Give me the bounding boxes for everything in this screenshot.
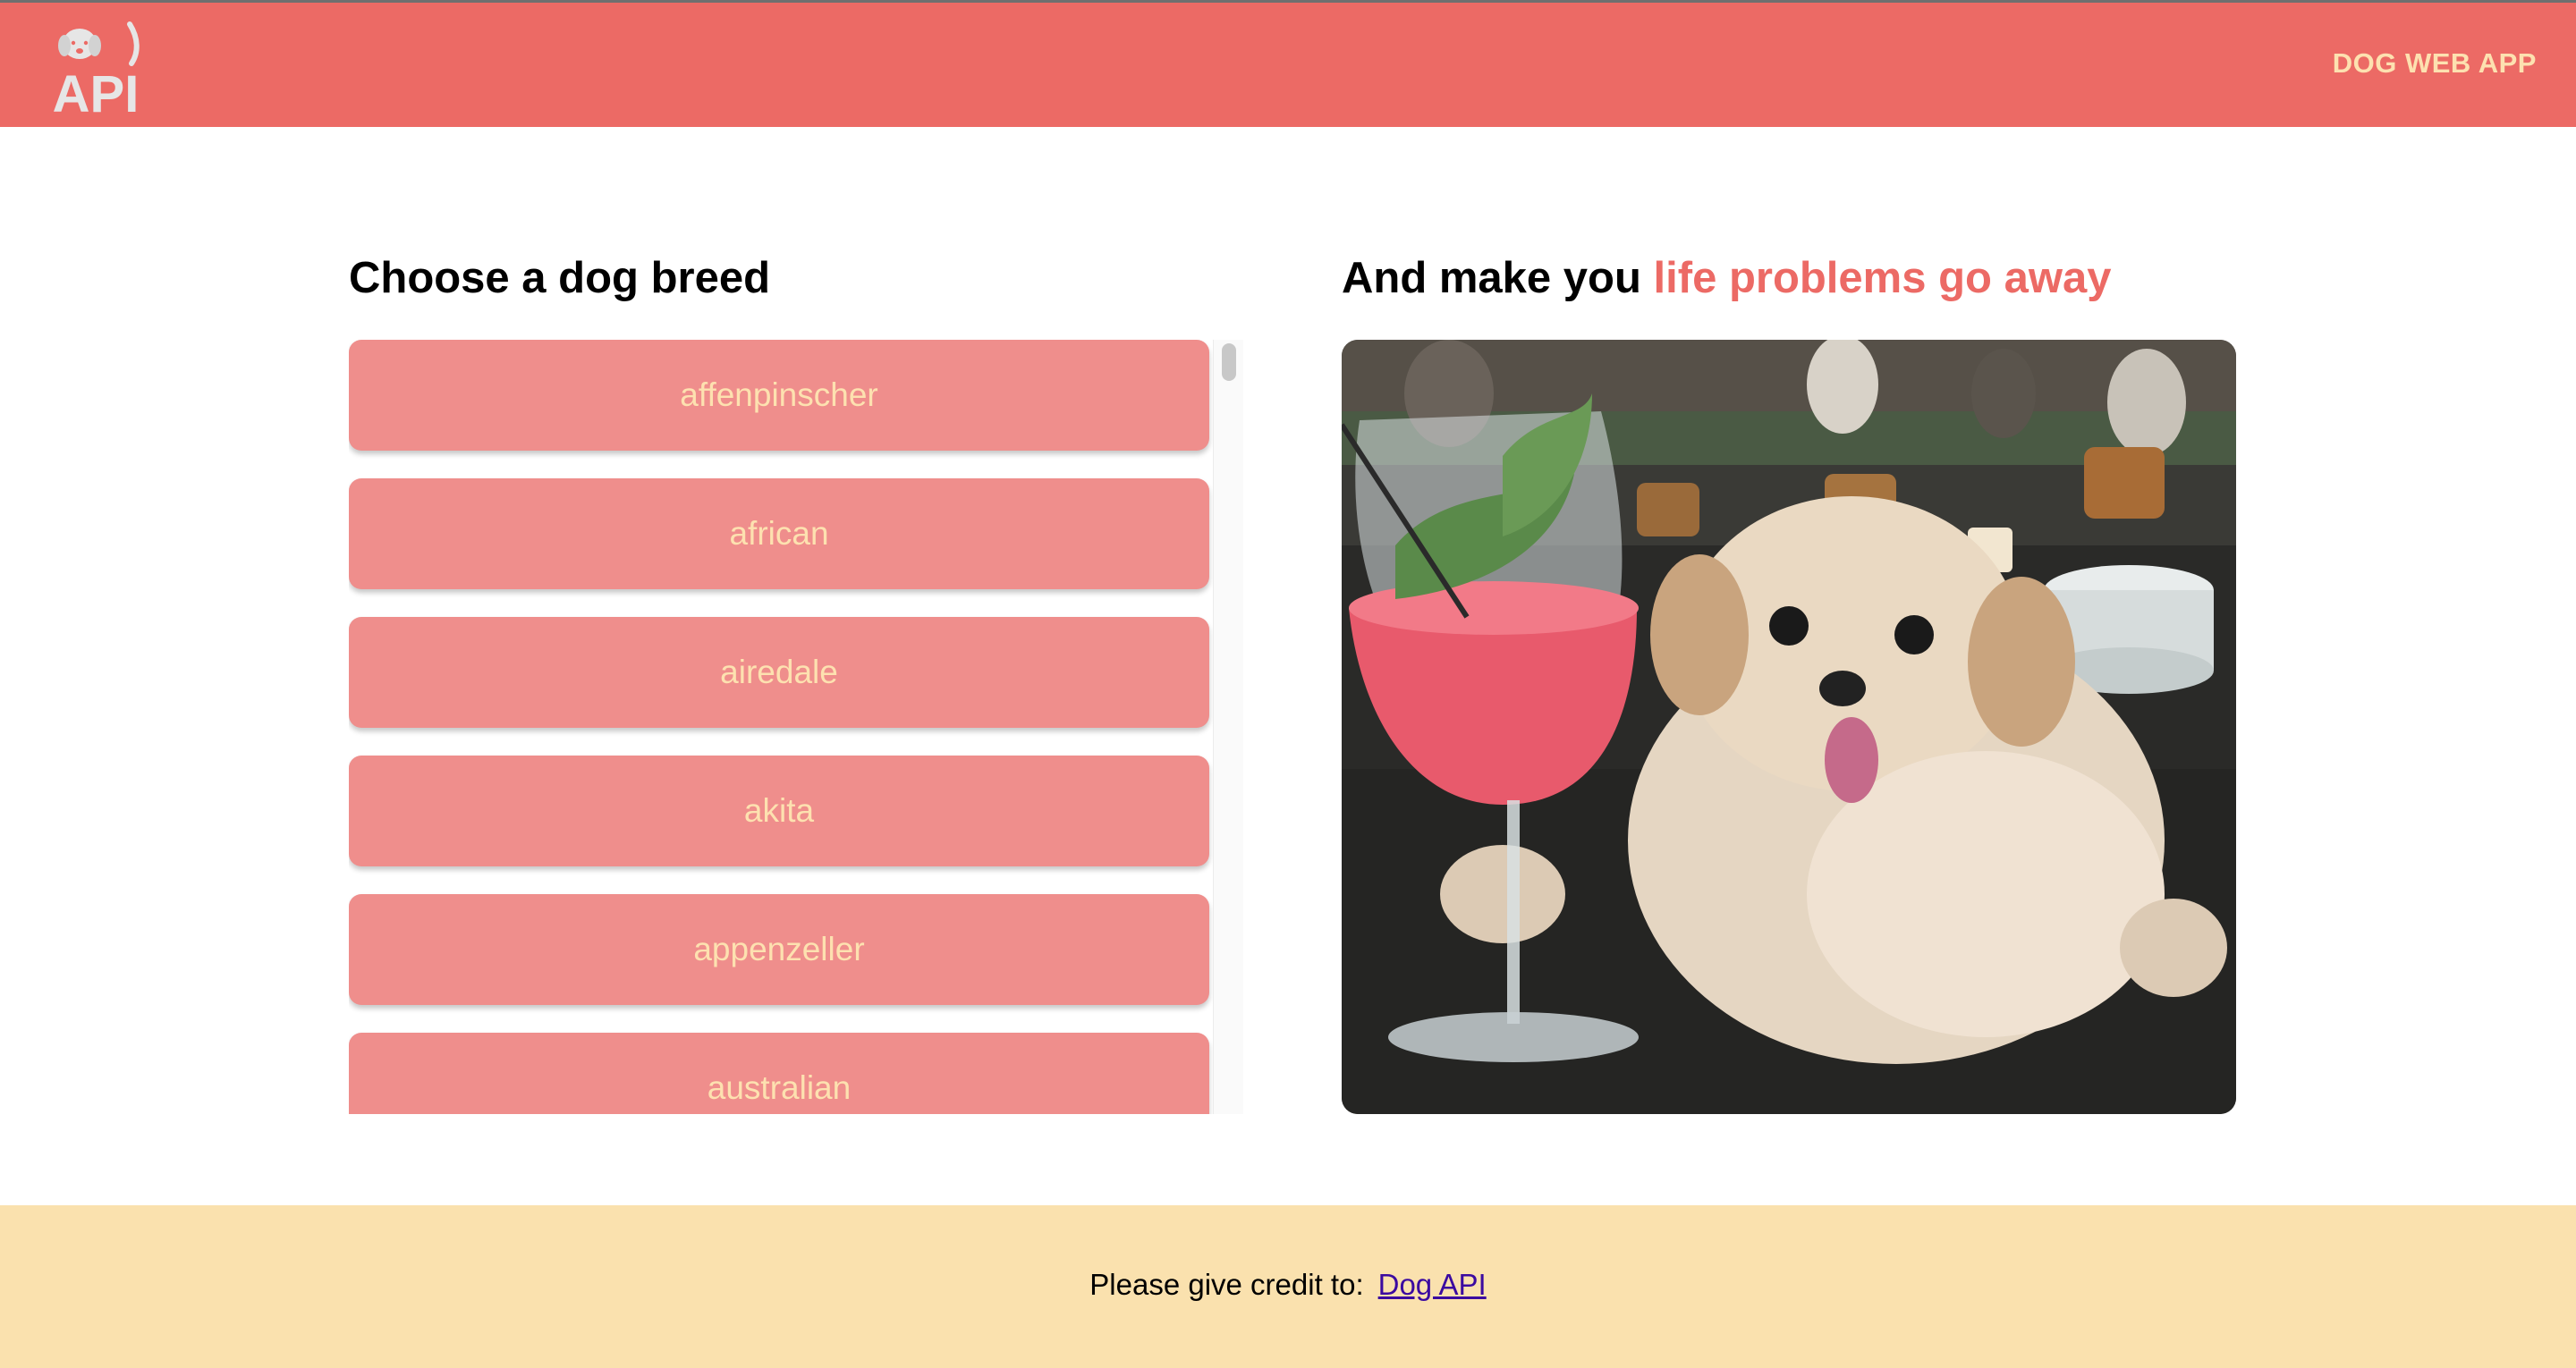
logo-text: API — [53, 65, 140, 115]
tagline-heading: And make you life problems go away — [1342, 253, 2111, 303]
credit-line: Please give credit to: Dog API — [0, 1268, 2576, 1302]
dog-api-link[interactable]: Dog API — [1378, 1268, 1487, 1301]
breed-button-appenzeller[interactable]: appenzeller — [349, 894, 1209, 1005]
breed-button-australian[interactable]: australian — [349, 1033, 1209, 1114]
breed-list[interactable]: affenpinscher african airedale akita app… — [349, 340, 1243, 1114]
dog-api-logo[interactable]: API — [49, 19, 143, 123]
top-bar: API DOG WEB APP — [0, 0, 2576, 127]
dog-photo — [1342, 340, 2236, 1114]
scrollbar-thumb[interactable] — [1222, 343, 1236, 381]
tagline-accent: life problems go away — [1653, 254, 2112, 302]
breed-list-scrollbar[interactable] — [1213, 340, 1243, 1114]
app-title: DOG WEB APP — [2332, 47, 2537, 79]
credit-text: Please give credit to: — [1089, 1268, 1364, 1301]
tagline-plain: And make you — [1342, 254, 1654, 302]
breed-button-african[interactable]: african — [349, 478, 1209, 589]
footer: Please give credit to: Dog API — [0, 1205, 2576, 1368]
breed-heading: Choose a dog breed — [349, 254, 771, 302]
breed-button-airedale[interactable]: airedale — [349, 617, 1209, 728]
breed-button-akita[interactable]: akita — [349, 756, 1209, 866]
breed-button-affenpinscher[interactable]: affenpinscher — [349, 340, 1209, 451]
